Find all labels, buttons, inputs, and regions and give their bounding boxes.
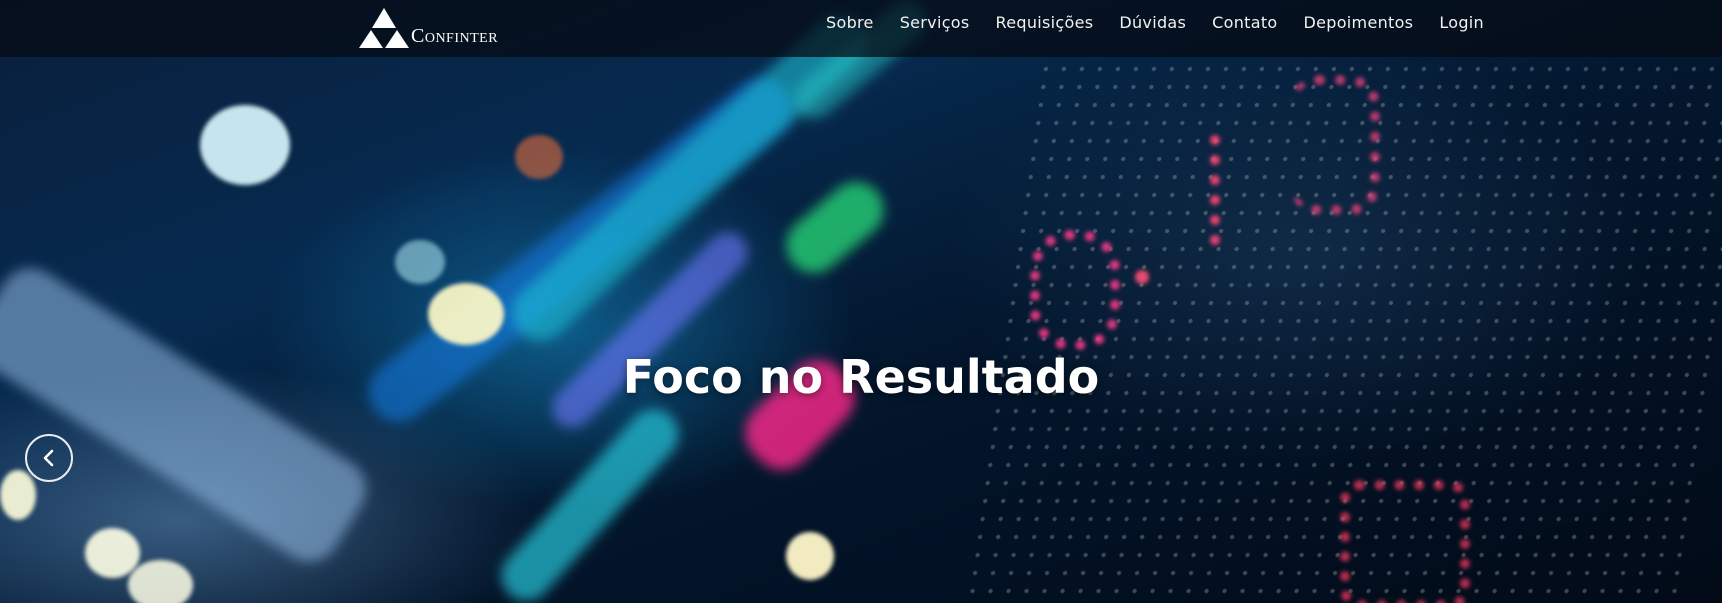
nav-link-depoimentos[interactable]: Depoimentos bbox=[1304, 13, 1414, 32]
nav-link-requisicoes[interactable]: Requisições bbox=[996, 13, 1094, 32]
carousel-prev-button[interactable] bbox=[25, 434, 73, 482]
top-navbar: Confinter Sobre Serviços Requisições Dúv… bbox=[0, 0, 1722, 57]
chevron-left-icon bbox=[43, 449, 54, 467]
nav-link-contato[interactable]: Contato bbox=[1212, 13, 1277, 32]
nav-link-duvidas[interactable]: Dúvidas bbox=[1119, 13, 1186, 32]
hero-carousel: Confinter Sobre Serviços Requisições Dúv… bbox=[0, 0, 1722, 603]
nav-link-sobre[interactable]: Sobre bbox=[826, 13, 874, 32]
hero-headline: Foco no Resultado bbox=[622, 350, 1100, 404]
brand-logo[interactable]: Confinter bbox=[359, 6, 498, 48]
main-nav: Sobre Serviços Requisições Dúvidas Conta… bbox=[826, 0, 1484, 44]
nav-link-servicos[interactable]: Serviços bbox=[900, 13, 970, 32]
nav-link-login[interactable]: Login bbox=[1439, 13, 1484, 32]
brand-name: Confinter bbox=[411, 25, 499, 47]
mountain-triangles-icon bbox=[359, 8, 409, 48]
